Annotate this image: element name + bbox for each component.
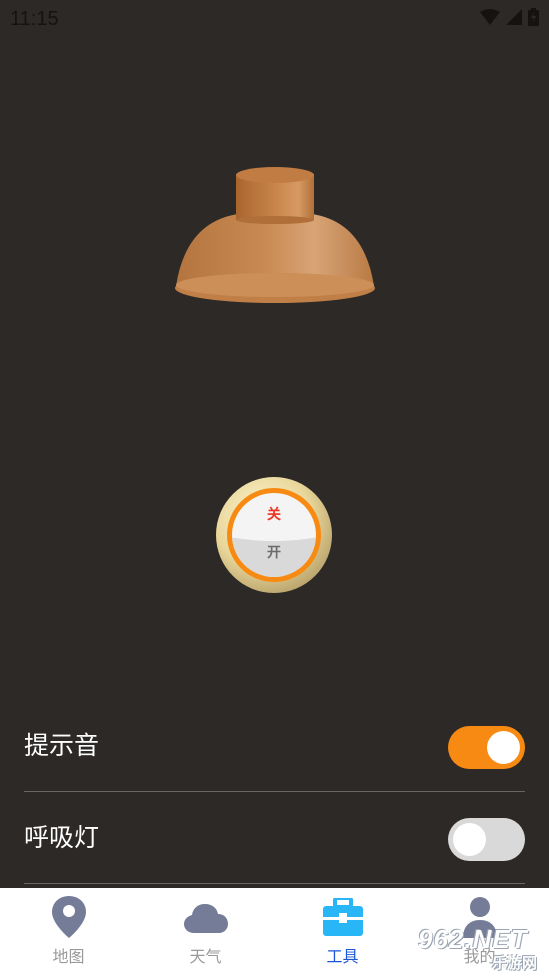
status-bar: 11:15	[0, 0, 549, 38]
toolbox-icon	[322, 898, 363, 936]
status-time: 11:15	[10, 8, 59, 30]
knob-on-label: 开	[267, 545, 281, 561]
nav-item-weather[interactable]: 天气	[137, 888, 274, 976]
status-icons	[480, 8, 539, 26]
breathing-light-toggle[interactable]	[448, 818, 525, 861]
knob-graphic	[216, 477, 332, 593]
watermark-logo: 962.NET 乐游网	[410, 920, 549, 976]
nav-label-map: 地图	[52, 947, 85, 966]
setting-row-breathing-light: 呼吸灯	[24, 792, 525, 884]
signal-icon	[506, 9, 522, 25]
nav-label-tools: 工具	[326, 947, 359, 966]
battery-icon	[528, 8, 539, 26]
divider	[24, 883, 525, 884]
nav-item-tools[interactable]: 工具	[274, 888, 411, 976]
toggle-thumb	[487, 731, 520, 764]
setting-row-sound: 提示音	[24, 700, 525, 792]
knob-off-label: 关	[267, 507, 281, 523]
nav-label-weather: 天气	[189, 947, 222, 966]
toggle-thumb	[453, 823, 486, 856]
nav-item-map[interactable]: 地图	[0, 888, 137, 976]
sound-toggle[interactable]	[448, 726, 525, 769]
wifi-icon	[480, 9, 500, 25]
lamp-shade-image	[175, 167, 375, 303]
setting-label-sound: 提示音	[24, 731, 100, 760]
cloud-icon	[183, 904, 228, 933]
watermark-sub: 乐游网	[492, 954, 538, 972]
map-pin-icon	[51, 896, 86, 938]
setting-label-breathing-light: 呼吸灯	[24, 823, 100, 852]
watermark-brand: 962.NET	[418, 924, 528, 954]
power-switch-knob[interactable]: 关 开	[215, 476, 333, 594]
